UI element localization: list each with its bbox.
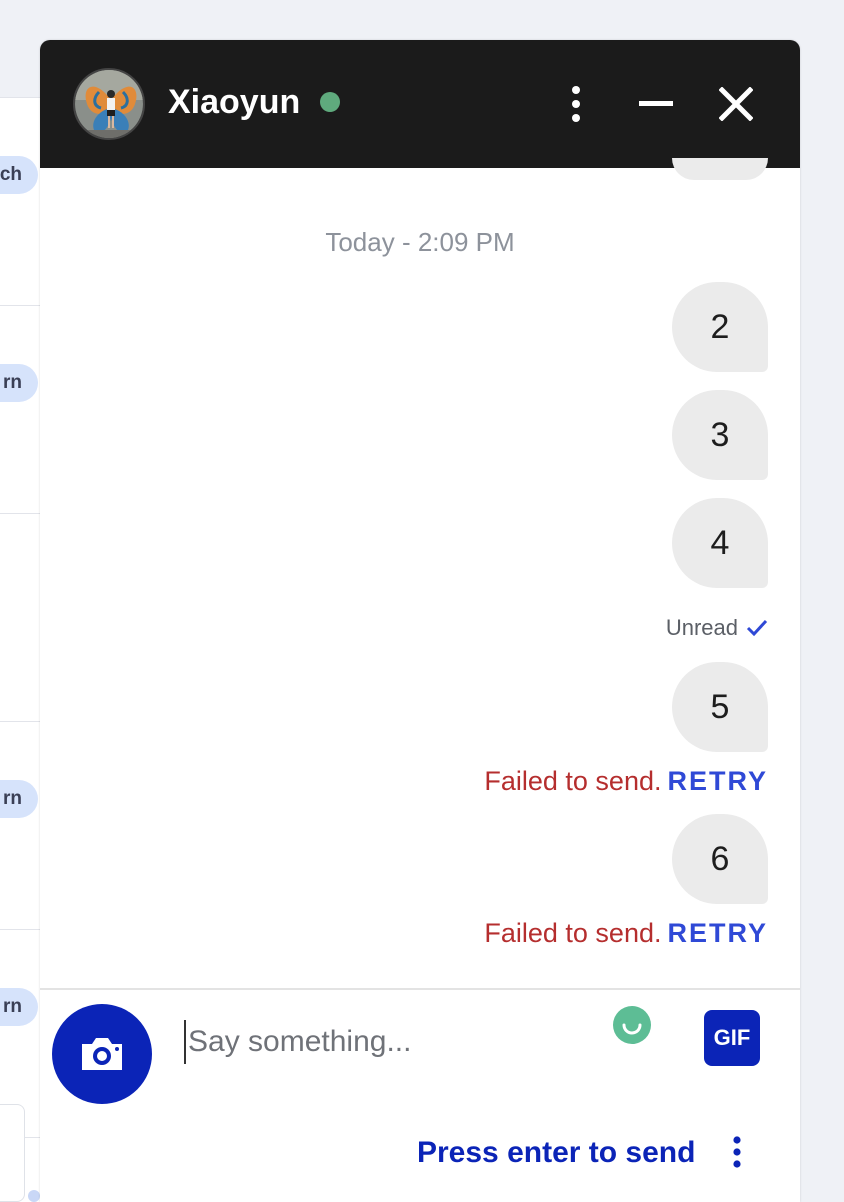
more-vertical-icon [572, 86, 580, 122]
read-receipt-label: Unread [665, 615, 738, 640]
send-failed-notice: Failed to send. RETRY [484, 916, 768, 950]
list-divider [0, 721, 40, 722]
message-composer: GIF Press enter to send [40, 988, 800, 1202]
gif-button[interactable]: GIF [704, 1010, 760, 1066]
message-bubble[interactable]: 5 [672, 662, 768, 752]
press-enter-to-send-toggle[interactable]: Press enter to send [417, 1135, 695, 1171]
message-bubble [672, 158, 768, 180]
list-divider [0, 513, 40, 514]
minimize-icon [639, 101, 673, 106]
list-item-badge[interactable]: rn [0, 780, 38, 818]
retry-button[interactable]: RETRY [667, 766, 768, 796]
list-indicator [28, 1190, 40, 1202]
list-card[interactable] [0, 1104, 25, 1202]
list-divider [0, 305, 40, 306]
failed-text: Failed to send. [484, 766, 662, 796]
list-divider [0, 929, 40, 930]
read-receipt: Unread [666, 613, 768, 643]
list-item-badge[interactable]: ch [0, 156, 38, 194]
chat-window: Xiaoyun Today - 2:09 PM 2 3 4 Unread 5 F… [40, 40, 800, 1202]
chat-header: Xiaoyun [40, 40, 800, 168]
failed-text: Failed to send. [484, 918, 662, 948]
message-bubble[interactable]: 4 [672, 498, 768, 588]
conversation-list [0, 97, 40, 1202]
contact-name[interactable]: Xiaoyun [168, 80, 300, 124]
message-bubble[interactable]: 3 [672, 390, 768, 480]
camera-button[interactable] [52, 1004, 152, 1104]
list-item-badge[interactable]: rn [0, 988, 38, 1026]
checkmark-icon [746, 619, 768, 637]
loading-icon [622, 1023, 642, 1035]
camera-icon [82, 1038, 122, 1070]
retry-button[interactable]: RETRY [667, 918, 768, 948]
message-bubble[interactable]: 6 [672, 814, 768, 904]
close-button[interactable] [706, 74, 766, 134]
more-vertical-icon [733, 1136, 741, 1168]
message-input[interactable] [184, 1020, 584, 1064]
close-icon [719, 87, 753, 121]
message-bubble[interactable]: 2 [672, 282, 768, 372]
message-thread[interactable]: Today - 2:09 PM 2 3 4 Unread 5 Failed to… [40, 158, 800, 988]
day-timestamp: Today - 2:09 PM [325, 227, 515, 257]
avatar[interactable] [73, 68, 145, 140]
more-options-button[interactable] [546, 74, 606, 134]
list-item-badge[interactable]: rn [0, 364, 38, 402]
minimize-button[interactable] [626, 74, 686, 134]
composer-options-button[interactable] [722, 1130, 752, 1174]
send-failed-notice: Failed to send. RETRY [484, 764, 768, 798]
loading-spinner [613, 1006, 651, 1044]
online-status-dot [320, 92, 340, 112]
